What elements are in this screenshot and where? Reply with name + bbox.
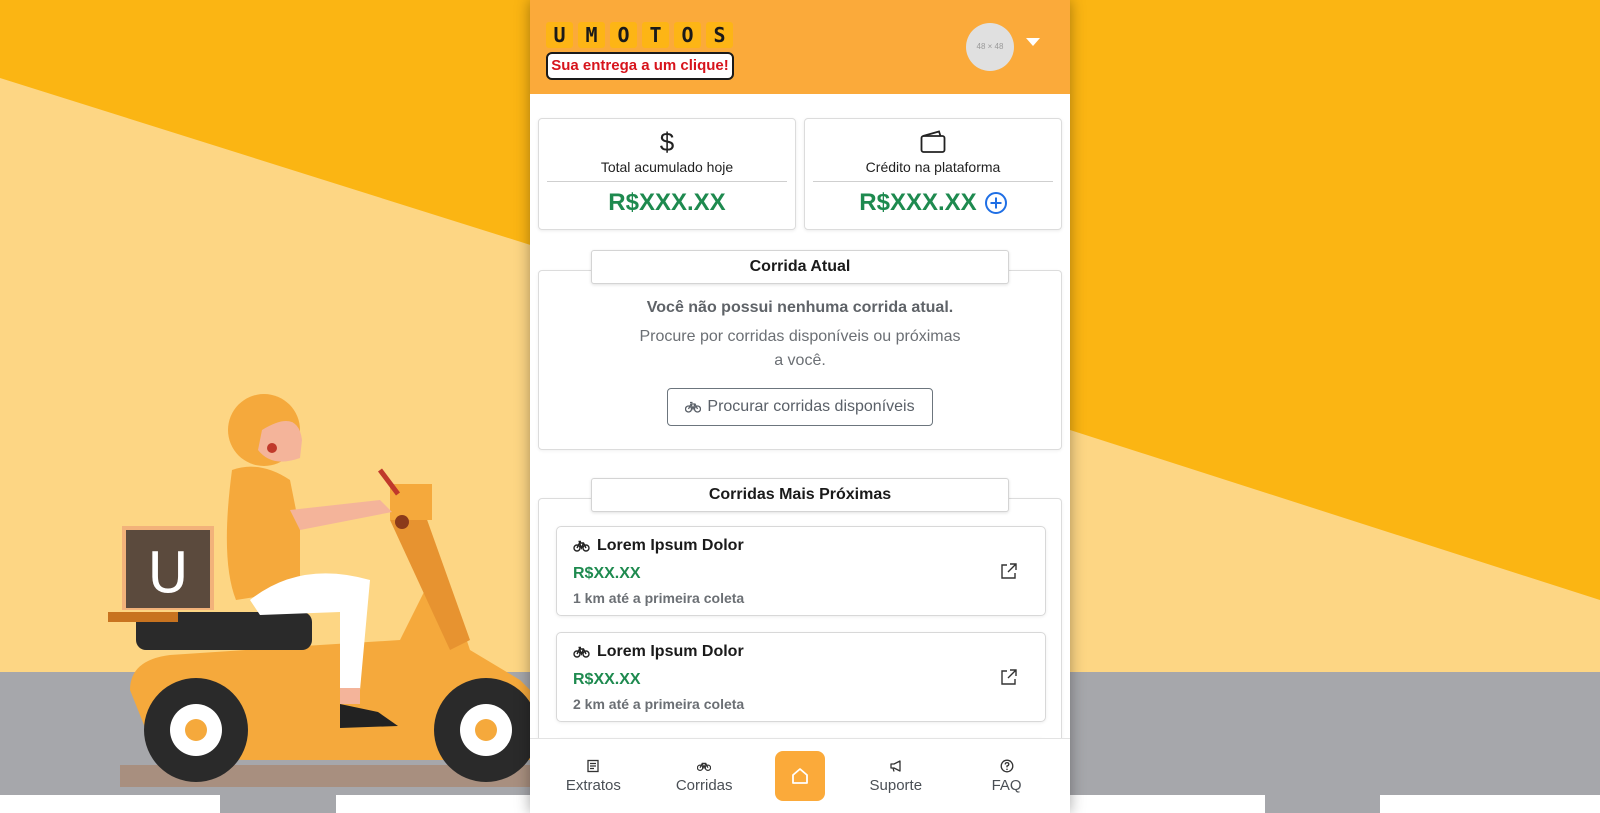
ride-name: Lorem Ipsum Dolor: [597, 537, 744, 554]
search-rides-button[interactable]: Procurar corridas disponíveis: [667, 388, 933, 426]
platform-credit-amount: R$XXX.XX: [859, 189, 977, 216]
today-total-label: Total acumulado hoje: [547, 159, 787, 182]
bottom-navigation: Extratos Corridas Suporte FAQ: [530, 738, 1070, 813]
nav-corridas[interactable]: Corridas: [664, 759, 744, 794]
logo-tagline: Sua entrega a um clique!: [546, 52, 734, 80]
megaphone-icon: [890, 759, 901, 772]
today-total-value: R$XXX.XX: [547, 189, 787, 217]
nav-suporte[interactable]: Suporte: [856, 759, 936, 794]
nav-corridas-label: Corridas: [675, 776, 733, 794]
logo-letter: O: [674, 22, 701, 48]
nav-faq[interactable]: FAQ: [967, 759, 1047, 794]
svg-text:U: U: [148, 541, 189, 606]
avatar[interactable]: 48 × 48: [966, 23, 1014, 71]
mobile-app-frame: U M O T O S Sua entrega a um clique! 48 …: [530, 0, 1070, 813]
stat-cards: $ Total acumulado hoje R$XXX.XX Crédito …: [538, 118, 1062, 230]
today-total-amount: R$XXX.XX: [608, 189, 726, 216]
platform-credit-card: Crédito na plataforma R$XXX.XX: [804, 118, 1062, 230]
question-circle-icon: [1000, 759, 1014, 772]
logo-letter: O: [610, 22, 637, 48]
ride-name: Lorem Ipsum Dolor: [597, 643, 744, 660]
top-bar: U M O T O S Sua entrega a um clique! 48 …: [530, 0, 1070, 94]
logo-letter: M: [578, 22, 605, 48]
ride-distance: 1 km até a primeira coleta: [573, 590, 745, 606]
no-ride-message: Você não possui nenhuma corrida atual.: [646, 299, 954, 316]
bicycle-icon: [573, 540, 590, 552]
current-ride-title: Corrida Atual: [591, 250, 1009, 284]
ride-price: R$XX.XX: [573, 671, 641, 688]
ride-card[interactable]: Lorem Ipsum Dolor R$XX.XX 2 km até a pri…: [556, 632, 1046, 722]
today-total-card: $ Total acumulado hoje R$XXX.XX: [538, 118, 796, 230]
external-link-icon[interactable]: [999, 667, 1019, 687]
bicycle-icon: [573, 646, 590, 658]
logo-letters: U M O T O S: [546, 22, 734, 48]
receipt-icon: [587, 759, 600, 772]
nav-extratos[interactable]: Extratos: [553, 759, 633, 794]
logo-letter: T: [642, 22, 669, 48]
ride-title: Lorem Ipsum Dolor: [573, 537, 744, 555]
ride-card[interactable]: Lorem Ipsum Dolor R$XX.XX 1 km até a pri…: [556, 526, 1046, 616]
umotos-logo[interactable]: U M O T O S Sua entrega a um clique!: [546, 22, 734, 80]
caret-down-icon[interactable]: [1026, 38, 1040, 46]
no-ride-hint: Procure por corridas disponíveis ou próx…: [639, 328, 961, 369]
logo-letter: S: [706, 22, 733, 48]
nav-faq-label: FAQ: [991, 776, 1022, 794]
bicycle-icon: [685, 401, 702, 413]
platform-credit-label: Crédito na plataforma: [813, 159, 1053, 182]
nav-suporte-label: Suporte: [869, 776, 923, 794]
external-link-icon[interactable]: [999, 561, 1019, 581]
logo-letter: U: [546, 22, 573, 48]
ride-distance: 2 km até a primeira coleta: [573, 696, 745, 712]
ride-price: R$XX.XX: [573, 565, 641, 582]
platform-credit-value: R$XXX.XX: [813, 189, 1053, 217]
home-icon: [792, 768, 808, 784]
nav-extratos-label: Extratos: [565, 776, 621, 794]
wallet-icon: [813, 127, 1053, 157]
ride-title: Lorem Ipsum Dolor: [573, 643, 744, 661]
current-ride-section: Corrida Atual Você não possui nenhuma co…: [538, 250, 1062, 450]
search-rides-label: Procurar corridas disponíveis: [707, 398, 915, 415]
dollar-icon: $: [659, 126, 675, 157]
nearby-rides-title: Corridas Mais Próximas: [591, 478, 1009, 512]
nav-home-button[interactable]: [774, 751, 825, 801]
bicycle-icon: [697, 762, 712, 771]
plus-circle-icon[interactable]: [984, 192, 1007, 214]
